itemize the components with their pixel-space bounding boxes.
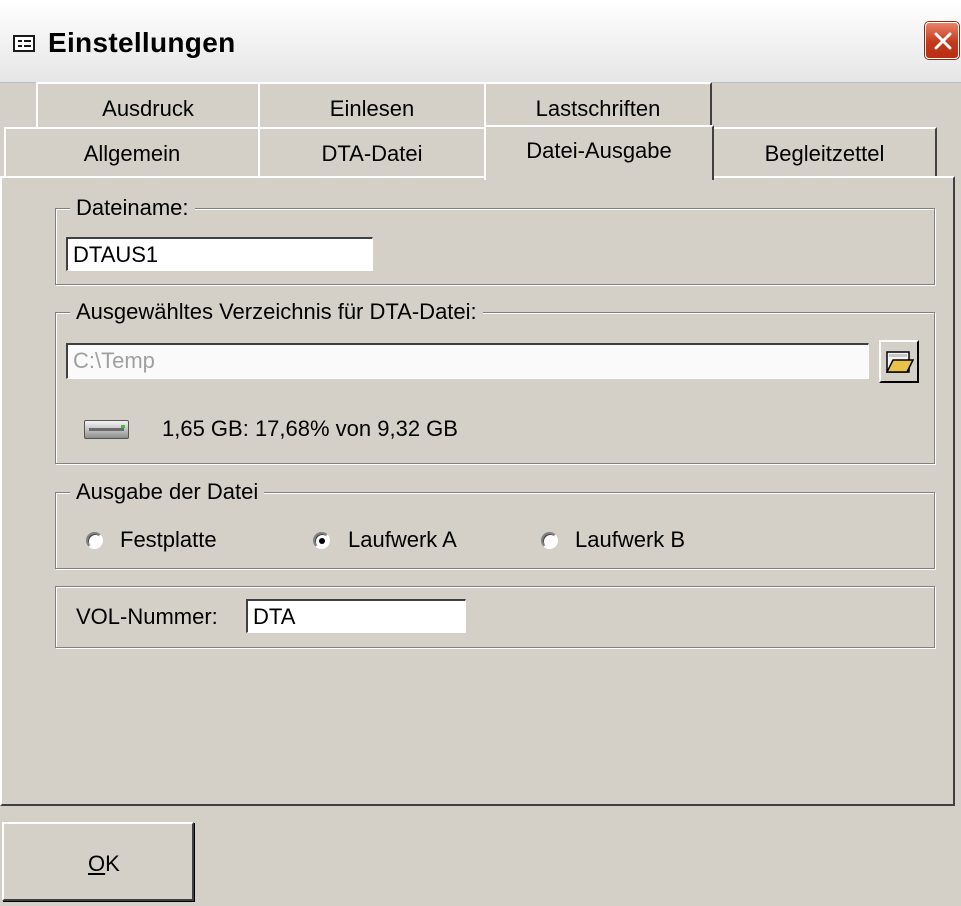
browse-folder-button[interactable] [879,340,919,383]
tab-label: Lastschriften [535,96,661,121]
radio-laufwerk-a-label[interactable]: Laufwerk A [348,527,457,553]
radio-laufwerk-a[interactable] [313,532,330,549]
tab-label: Allgemein [83,141,181,166]
radio-festplatte-label[interactable]: Festplatte [120,527,217,553]
tab-label: DTA-Datei [321,141,423,166]
form-icon [13,35,35,52]
tab-dta-datei[interactable]: DTA-Datei [258,127,486,177]
settings-window: Einstellungen Ausdruck Einlesen Lastschr… [0,0,961,906]
tab-label: Begleitzettel [764,141,885,166]
hard-drive-icon [84,420,129,439]
vol-number-input[interactable]: DTA [246,599,466,633]
folder-open-icon [885,351,915,373]
disk-space-info: 1,65 GB: 17,68% von 9,32 GB [162,416,458,441]
title-bar[interactable]: Einstellungen [0,0,961,83]
directory-path-field: C:\Temp [66,343,869,379]
tab-ausdruck[interactable]: Ausdruck [36,82,260,132]
window-title: Einstellungen [48,27,236,58]
close-icon [934,32,952,50]
ok-button[interactable]: OK [2,822,194,901]
tab-label: Ausdruck [102,96,194,121]
tab-label: Einlesen [329,96,415,121]
radio-festplatte[interactable] [86,532,103,549]
ausgabe-label: Ausgabe der Datei [70,479,265,505]
radio-laufwerk-b-label[interactable]: Laufwerk B [575,527,685,553]
dateiname-label: Dateiname: [70,195,195,221]
radio-laufwerk-b[interactable] [541,532,558,549]
filename-input[interactable]: DTAUS1 [66,237,373,271]
tab-label: Datei-Ausgabe [526,138,672,163]
close-button[interactable] [925,22,959,59]
verzeichnis-label: Ausgewähltes Verzeichnis für DTA-Datei: [70,299,483,325]
vol-label: VOL-Nummer: [76,604,218,629]
tab-begleitzettel[interactable]: Begleitzettel [712,127,937,177]
ok-button-label: OK [88,851,120,876]
tab-einlesen[interactable]: Einlesen [258,82,486,132]
tab-datei-ausgabe[interactable]: Datei-Ausgabe [484,125,714,180]
tab-allgemein[interactable]: Allgemein [4,127,260,177]
